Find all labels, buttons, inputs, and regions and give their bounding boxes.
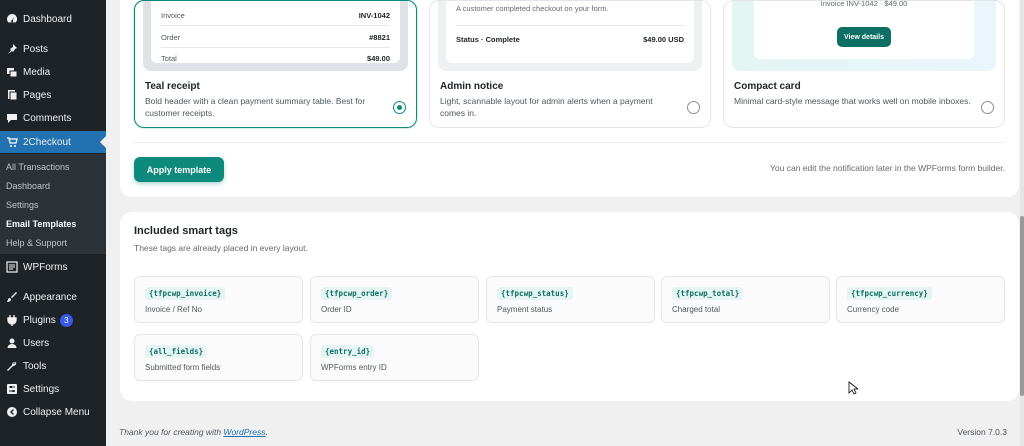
scrollbar-thumb[interactable]: [1020, 216, 1024, 396]
smart-tag-item: {tfpcwp_status} Payment status: [486, 276, 655, 323]
smart-tag-description: Submitted form fields: [145, 363, 221, 372]
smart-tag-item: {tfpcwp_order} Order ID: [310, 276, 479, 323]
smart-tag-description: Invoice / Ref No: [145, 305, 202, 314]
footer-version: Version 7.0.3: [957, 427, 1007, 437]
teal-receipt-preview: Invoice INV-1042 Order #8821 Total $49.0…: [143, 1, 408, 71]
mouse-cursor-icon: [848, 381, 858, 395]
plug-icon: [6, 314, 18, 326]
smart-tag-code[interactable]: {tfpcwp_invoice}: [145, 287, 226, 300]
submenu-help-support[interactable]: Help & Support: [6, 238, 67, 248]
wordpress-link[interactable]: WordPress: [223, 427, 265, 437]
menu-posts[interactable]: Posts: [0, 39, 106, 59]
template-radio[interactable]: [981, 101, 994, 114]
menu-comments[interactable]: Comments: [0, 108, 106, 128]
pin-icon: [6, 43, 18, 55]
wrench-icon: [6, 360, 18, 372]
admin-notice-preview: A customer completed checkout on your fo…: [438, 1, 702, 71]
apply-template-button[interactable]: Apply template: [134, 157, 224, 182]
user-icon: [6, 337, 18, 349]
page-icon: [6, 89, 18, 101]
template-description: Minimal card-style message that works we…: [734, 96, 971, 106]
smart-tag-description: Payment status: [497, 305, 553, 314]
smart-tag-description: Order ID: [321, 305, 352, 314]
builder-hint: You can edit the notification later in t…: [770, 163, 1005, 173]
view-details-button: View details: [837, 27, 891, 47]
2checkout-submenu: All Transactions Dashboard Settings Emai…: [0, 154, 106, 254]
menu-pages[interactable]: Pages: [0, 85, 106, 105]
template-compact-card[interactable]: Invoice INV-1042 · $49.00 View details C…: [723, 0, 1005, 128]
smart-tag-item: {tfpcwp_currency} Currency code: [836, 276, 1005, 323]
menu-plugins[interactable]: Plugins 3: [0, 310, 106, 330]
menu-collapse[interactable]: Collapse Menu: [0, 402, 106, 422]
admin-sidebar: Dashboard Posts Media Pages Comments 2Ch…: [0, 0, 106, 446]
template-name: Compact card: [734, 81, 801, 92]
comment-icon: [6, 112, 18, 124]
template-name: Admin notice: [440, 81, 504, 92]
smart-tag-code[interactable]: {all_fields}: [145, 345, 208, 358]
collapse-icon: [6, 406, 18, 418]
smart-tag-code[interactable]: {tfpcwp_order}: [321, 287, 393, 300]
submenu-all-transactions[interactable]: All Transactions: [6, 162, 70, 172]
dashboard-icon: [6, 13, 18, 25]
menu-settings[interactable]: Settings: [0, 379, 106, 399]
smart-tag-description: WPForms entry ID: [321, 363, 387, 372]
cart-icon: [6, 136, 18, 148]
smart-tag-code[interactable]: {tfpcwp_currency}: [847, 287, 932, 300]
submenu-email-templates[interactable]: Email Templates: [6, 219, 76, 229]
template-description: Bold header with a clean payment summary…: [145, 96, 366, 118]
footer-thanks: Thank you for creating with WordPress.: [119, 427, 268, 437]
smart-tag-description: Charged total: [672, 305, 721, 314]
plugins-update-badge: 3: [59, 313, 73, 327]
menu-users[interactable]: Users: [0, 333, 106, 353]
smart-tag-description: Currency code: [847, 305, 900, 314]
template-teal-receipt[interactable]: Invoice INV-1042 Order #8821 Total $49.0…: [134, 0, 417, 128]
smart-tags-subtitle: These tags are already placed in every l…: [134, 243, 308, 253]
smart-tag-item: {all_fields} Submitted form fields: [134, 334, 303, 381]
compact-card-preview: Invoice INV-1042 · $49.00 View details: [732, 0, 996, 71]
template-description: Light, scannable layout for admin alerts…: [440, 96, 653, 118]
smart-tag-code[interactable]: {tfpcwp_status}: [497, 287, 573, 300]
submenu-settings[interactable]: Settings: [6, 200, 39, 210]
divider: [134, 142, 1005, 143]
menu-2checkout[interactable]: 2Checkout: [0, 131, 106, 153]
submenu-dashboard[interactable]: Dashboard: [6, 181, 50, 191]
menu-dashboard[interactable]: Dashboard: [0, 9, 106, 29]
smart-tag-item: {entry_id} WPForms entry ID: [310, 334, 479, 381]
template-admin-notice[interactable]: A customer completed checkout on your fo…: [429, 0, 711, 128]
template-name: Teal receipt: [145, 81, 200, 92]
template-radio[interactable]: [687, 101, 700, 114]
template-radio-selected[interactable]: [393, 101, 406, 114]
menu-appearance[interactable]: Appearance: [0, 287, 106, 307]
smart-tag-code[interactable]: {tfpcwp_total}: [672, 287, 744, 300]
media-icon: [6, 66, 18, 78]
form-icon: [6, 261, 18, 273]
smart-tag-item: {tfpcwp_invoice} Invoice / Ref No: [134, 276, 303, 323]
menu-media[interactable]: Media: [0, 62, 106, 82]
brush-icon: [6, 291, 18, 303]
settings-icon: [6, 383, 18, 395]
menu-wpforms[interactable]: WPForms: [0, 257, 106, 277]
smart-tags-title: Included smart tags: [134, 225, 238, 237]
menu-tools[interactable]: Tools: [0, 356, 106, 376]
smart-tag-item: {tfpcwp_total} Charged total: [661, 276, 830, 323]
smart-tag-code[interactable]: {entry_id}: [321, 345, 375, 358]
